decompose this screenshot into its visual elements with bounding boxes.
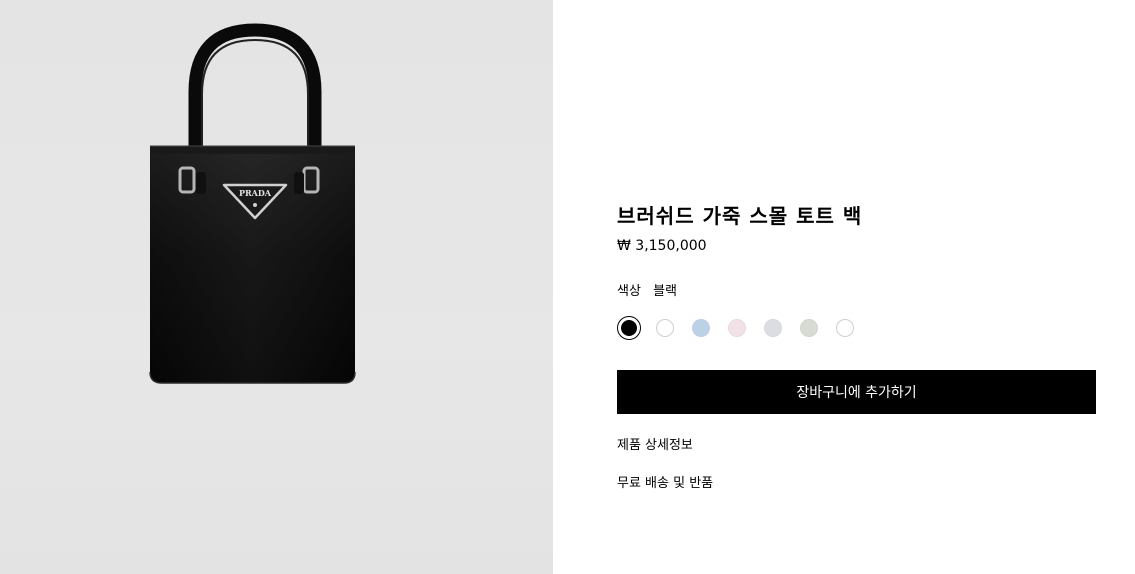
swatch-light-blue[interactable]	[692, 319, 710, 337]
color-selection-label: 색상 블랙	[617, 280, 677, 299]
swatch-pink[interactable]	[728, 319, 746, 337]
swatch-ivory[interactable]	[836, 319, 854, 337]
product-page: PRADA 브러쉬드 가죽 스몰 토트 백 ₩ 3,150,000 색상 블랙 …	[0, 0, 1135, 574]
color-label: 색상	[617, 284, 641, 299]
product-info-panel: 브러쉬드 가죽 스몰 토트 백 ₩ 3,150,000 색상 블랙 장바구니에 …	[553, 0, 1135, 574]
product-details-link[interactable]: 제품 상세정보	[617, 434, 693, 453]
swatch-black[interactable]	[617, 316, 641, 340]
product-title: 브러쉬드 가죽 스몰 토트 백	[617, 204, 863, 228]
color-value: 블랙	[653, 284, 677, 299]
product-image-panel: PRADA	[0, 0, 553, 574]
free-shipping-returns-link[interactable]: 무료 배송 및 반품	[617, 472, 713, 491]
swatch-light-grey[interactable]	[764, 319, 782, 337]
add-to-cart-button[interactable]: 장바구니에 추가하기	[617, 370, 1096, 414]
svg-text:PRADA: PRADA	[239, 188, 272, 198]
swatch-dot	[621, 320, 637, 336]
color-swatches	[617, 316, 872, 340]
swatch-sage[interactable]	[800, 319, 818, 337]
product-price: ₩ 3,150,000	[617, 238, 707, 254]
swatch-white[interactable]	[656, 319, 674, 337]
bag-image[interactable]: PRADA	[140, 22, 370, 392]
